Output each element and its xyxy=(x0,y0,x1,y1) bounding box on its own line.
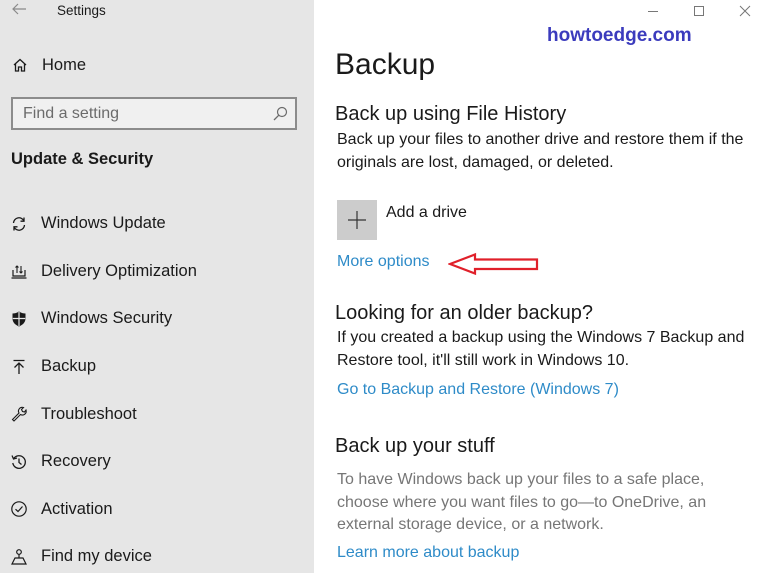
watermark: howtoedge.com xyxy=(547,25,692,46)
sync-icon xyxy=(10,215,28,233)
window-title: Settings xyxy=(57,3,106,18)
sidebar-item-label: Windows Update xyxy=(41,214,166,233)
delivery-optimization-icon xyxy=(10,262,28,280)
sidebar-item-activation[interactable]: Activation xyxy=(0,486,314,534)
file-history-description: Back up your files to another drive and … xyxy=(337,131,744,171)
backup-arrow-up-icon xyxy=(10,358,28,376)
sidebar-item-label: Backup xyxy=(41,357,97,376)
back-button[interactable] xyxy=(11,2,31,20)
search-box[interactable] xyxy=(11,97,297,130)
sidebar-item-label: Delivery Optimization xyxy=(41,261,197,280)
sidebar-nav: Windows Update Delivery Optimization Win… xyxy=(0,200,314,573)
sidebar-item-backup[interactable]: Backup xyxy=(0,343,314,391)
sidebar-item-delivery-optimization[interactable]: Delivery Optimization xyxy=(0,248,314,296)
search-icon[interactable] xyxy=(271,105,289,123)
file-history-heading: Back up using File History xyxy=(335,103,567,125)
plus-icon xyxy=(348,211,366,229)
minimize-icon xyxy=(648,11,658,12)
window-controls xyxy=(630,0,768,22)
sidebar-item-label: Recovery xyxy=(41,452,111,471)
check-circle-icon xyxy=(10,500,28,518)
sidebar-item-label: Troubleshoot xyxy=(41,404,137,423)
sidebar-home[interactable]: Home xyxy=(11,54,86,76)
maximize-button[interactable] xyxy=(676,0,722,22)
close-button[interactable] xyxy=(722,0,768,22)
home-label: Home xyxy=(42,55,87,74)
close-icon xyxy=(739,5,751,17)
sidebar-item-label: Find my device xyxy=(41,547,152,566)
sidebar: Settings Home Update & Security Windows … xyxy=(0,0,314,573)
history-icon xyxy=(10,453,28,471)
back-arrow-icon xyxy=(12,3,26,15)
older-backup-description: If you created a backup using the Window… xyxy=(337,329,745,369)
page-title: Backup xyxy=(335,48,436,81)
annotation-arrow-icon xyxy=(448,252,539,276)
sidebar-item-label: Activation xyxy=(41,499,113,518)
section-title: Update & Security xyxy=(11,150,154,168)
add-drive-label[interactable]: Add a drive xyxy=(386,204,467,222)
sidebar-item-windows-security[interactable]: Windows Security xyxy=(0,295,314,343)
find-device-icon xyxy=(10,548,28,566)
sidebar-item-windows-update[interactable]: Windows Update xyxy=(0,200,314,248)
wrench-icon xyxy=(10,405,28,423)
shield-icon xyxy=(10,310,28,328)
sidebar-item-label: Windows Security xyxy=(41,309,173,328)
search-input[interactable] xyxy=(13,99,263,128)
more-options-link[interactable]: More options xyxy=(337,253,430,271)
sidebar-item-recovery[interactable]: Recovery xyxy=(0,438,314,486)
backup-restore-link[interactable]: Go to Backup and Restore (Windows 7) xyxy=(337,381,619,399)
sidebar-item-troubleshoot[interactable]: Troubleshoot xyxy=(0,390,314,438)
backup-stuff-description: To have Windows back up your files to a … xyxy=(337,471,707,533)
minimize-button[interactable] xyxy=(630,0,676,22)
learn-more-link[interactable]: Learn more about backup xyxy=(337,544,519,562)
maximize-icon xyxy=(694,6,704,16)
home-icon xyxy=(11,56,29,74)
add-drive-button[interactable] xyxy=(337,200,377,240)
sidebar-item-find-my-device[interactable]: Find my device xyxy=(0,533,314,573)
backup-stuff-heading: Back up your stuff xyxy=(335,435,495,457)
older-backup-heading: Looking for an older backup? xyxy=(335,302,593,324)
